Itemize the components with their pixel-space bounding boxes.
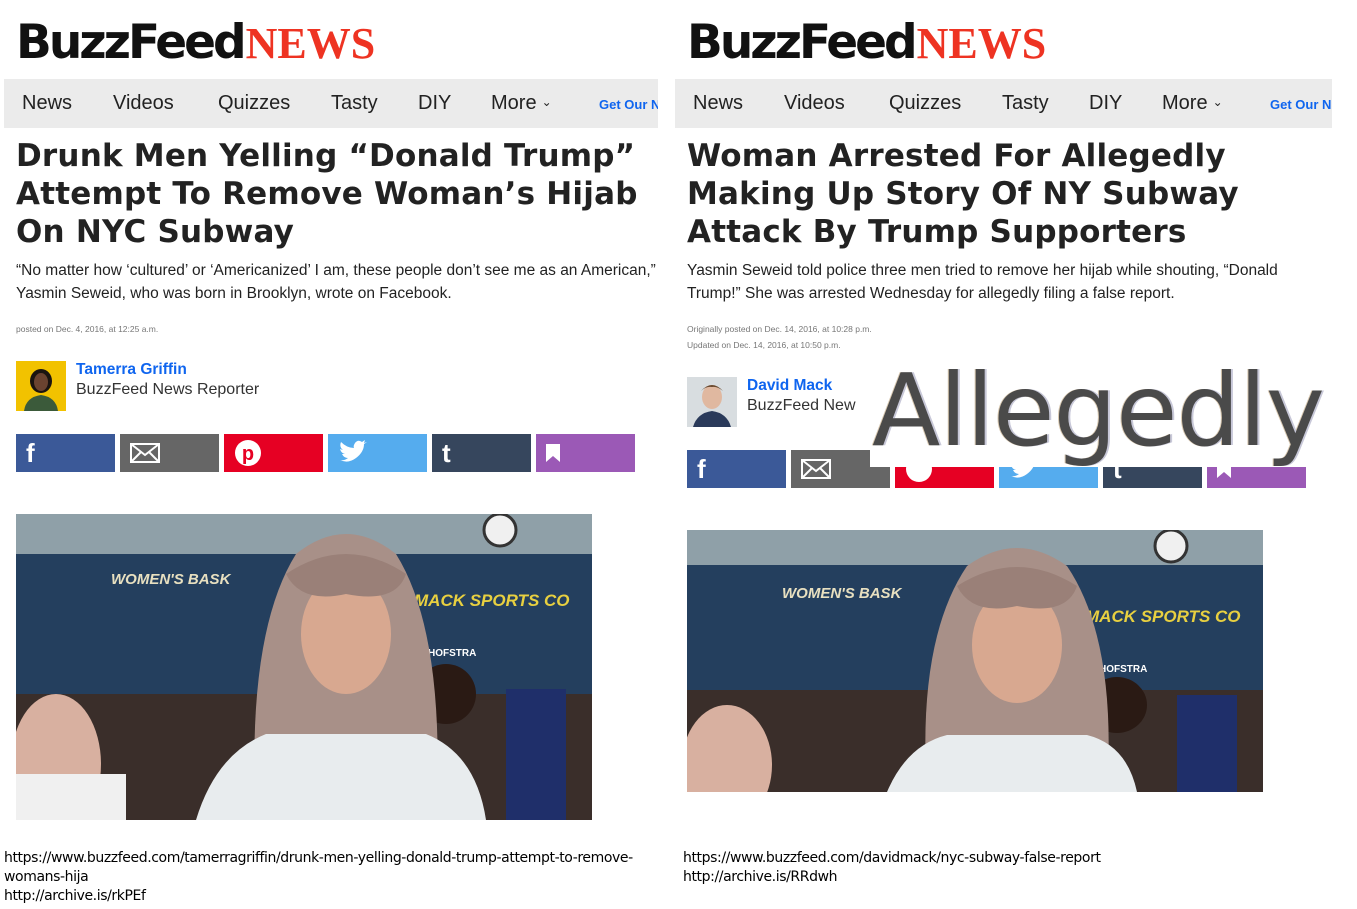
bookmark-button[interactable] bbox=[536, 434, 635, 472]
updated-timestamp: Updated on Dec. 14, 2016, at 10:50 p.m. bbox=[687, 340, 841, 350]
pinterest-icon: p bbox=[235, 440, 261, 466]
hofstra-logo-text: HOFSTRA bbox=[428, 648, 476, 659]
buzzfeed-news-logo[interactable]: BuzzFeed NEWS bbox=[687, 12, 1046, 66]
archive-url-2[interactable]: http://archive.is/RRdwh bbox=[683, 868, 837, 887]
article-dek: “No matter how ‘cultured’ or ‘Americaniz… bbox=[16, 262, 656, 302]
nav-item-more[interactable]: More ⌄ bbox=[1162, 92, 1223, 115]
email-icon bbox=[801, 459, 831, 479]
source-url-1-cont[interactable]: womans-hija bbox=[4, 868, 89, 887]
bookmark-icon bbox=[546, 444, 560, 462]
author-name-link[interactable]: David Mack bbox=[747, 377, 832, 395]
author-name-link[interactable]: Tamerra Griffin bbox=[76, 361, 187, 379]
banner-left-text: WOMEN'S BASK bbox=[782, 585, 903, 602]
article-photo[interactable]: WOMEN'S BASK MACK SPORTS CO HOFSTRA bbox=[687, 530, 1263, 792]
posted-timestamp: posted on Dec. 4, 2016, at 12:25 a.m. bbox=[16, 324, 159, 334]
logo-buzzfeed-text: BuzzFeed bbox=[16, 15, 247, 70]
tumblr-icon: t bbox=[442, 437, 451, 468]
nav-item-videos[interactable]: Videos bbox=[113, 92, 174, 115]
nav-item-tasty[interactable]: Tasty bbox=[331, 92, 378, 115]
nav-item-quizzes[interactable]: Quizzes bbox=[218, 92, 290, 115]
facebook-icon: f bbox=[26, 437, 35, 468]
svg-text:p: p bbox=[242, 443, 254, 465]
email-icon bbox=[130, 443, 160, 463]
logo-news-text: NEWS bbox=[245, 19, 376, 68]
hofstra-logo-text: HOFSTRA bbox=[1099, 664, 1147, 675]
nav-item-diy[interactable]: DIY bbox=[418, 92, 451, 115]
nav-item-diy[interactable]: DIY bbox=[1089, 92, 1122, 115]
nav-item-quizzes[interactable]: Quizzes bbox=[889, 92, 961, 115]
nav-item-tasty[interactable]: Tasty bbox=[1002, 92, 1049, 115]
source-url-1[interactable]: https://www.buzzfeed.com/tamerragriffin/… bbox=[4, 849, 633, 868]
banner-right-text: MACK SPORTS CO bbox=[1085, 607, 1241, 626]
chevron-down-icon: ⌄ bbox=[541, 95, 552, 109]
article-dek: Yasmin Seweid told police three men trie… bbox=[687, 262, 1278, 302]
twitter-icon bbox=[340, 440, 367, 462]
author-role: BuzzFeed New bbox=[747, 397, 856, 414]
nav-item-more[interactable]: More ⌄ bbox=[491, 92, 552, 115]
author-role: BuzzFeed News Reporter bbox=[76, 381, 260, 398]
logo-news-text: NEWS bbox=[916, 19, 1047, 68]
nav-bar: News Videos Quizzes Tasty DIY More ⌄ Get … bbox=[675, 79, 1332, 128]
facebook-share-button[interactable]: f bbox=[16, 434, 115, 472]
nav-item-news[interactable]: News bbox=[693, 92, 743, 115]
tumblr-share-button[interactable]: t bbox=[432, 434, 531, 472]
author-avatar[interactable] bbox=[16, 361, 66, 411]
share-bar: f p t bbox=[16, 434, 636, 472]
article-photo[interactable]: WOMEN'S BASK MACK SPORTS CO HOFSTRA bbox=[16, 514, 592, 820]
logo-buzzfeed-text: BuzzFeed bbox=[687, 15, 918, 70]
article-headline: Drunk Men Yelling “Donald Trump” Attempt… bbox=[16, 138, 638, 250]
newsletter-link[interactable]: Get Our N bbox=[599, 97, 658, 112]
banner-right-text: MACK SPORTS CO bbox=[414, 591, 570, 610]
facebook-share-button[interactable]: f bbox=[687, 450, 786, 488]
email-share-button[interactable] bbox=[120, 434, 219, 472]
nav-more-label: More bbox=[491, 92, 537, 114]
nav-more-label: More bbox=[1162, 92, 1208, 114]
banner-left-text: WOMEN'S BASK bbox=[111, 571, 232, 588]
newsletter-link[interactable]: Get Our N bbox=[1270, 97, 1331, 112]
nav-item-videos[interactable]: Videos bbox=[784, 92, 845, 115]
left-article-screenshot: BuzzFeed NEWS News Videos Quizzes Tasty … bbox=[4, 0, 664, 909]
twitter-share-button[interactable] bbox=[328, 434, 427, 472]
buzzfeed-news-logo[interactable]: BuzzFeed NEWS bbox=[16, 12, 375, 66]
nav-bar: News Videos Quizzes Tasty DIY More ⌄ Get … bbox=[4, 79, 658, 128]
article-headline: Woman Arrested For Allegedly Making Up S… bbox=[687, 138, 1239, 250]
pinterest-share-button[interactable]: p bbox=[224, 434, 323, 472]
nav-item-news[interactable]: News bbox=[22, 92, 72, 115]
source-url-2[interactable]: https://www.buzzfeed.com/davidmack/nyc-s… bbox=[683, 849, 1101, 868]
facebook-icon: f bbox=[697, 453, 706, 484]
archive-url-1[interactable]: http://archive.is/rkPEf bbox=[4, 887, 146, 906]
author-avatar[interactable] bbox=[687, 377, 737, 427]
posted-timestamp: Originally posted on Dec. 14, 2016, at 1… bbox=[687, 324, 872, 334]
allegedly-overlay-text: Allegedly bbox=[870, 355, 1355, 467]
chevron-down-icon: ⌄ bbox=[1212, 95, 1223, 109]
